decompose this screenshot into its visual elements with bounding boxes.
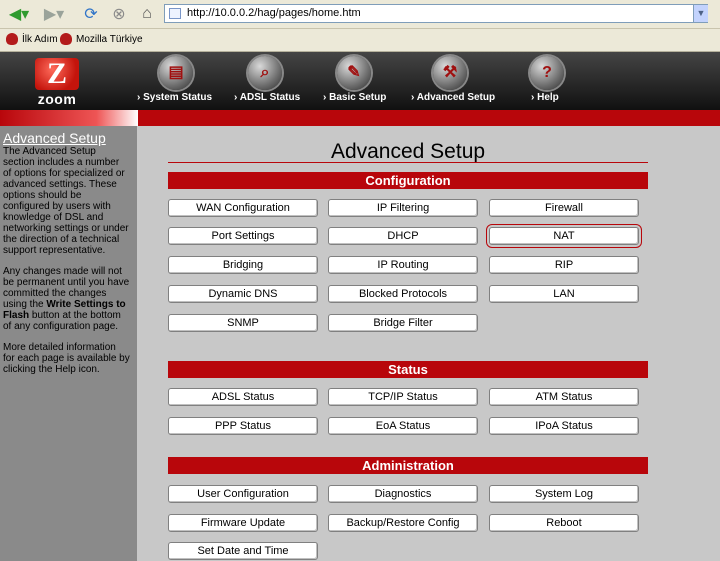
section-configuration-header: Configuration (168, 172, 648, 189)
system-log-button[interactable]: System Log (489, 485, 639, 503)
diagnostics-button[interactable]: Diagnostics (328, 485, 478, 503)
ipoa-status-button[interactable]: IPoA Status (489, 417, 639, 435)
user-configuration-button[interactable]: User Configuration (168, 485, 318, 503)
sidebar: Advanced Setup The Advanced Setup sectio… (0, 126, 137, 561)
arrow-decoration (0, 110, 138, 126)
nav-label: › Advanced Setup (411, 92, 496, 103)
help-icon: ? (530, 56, 564, 90)
blocked-protocols-button[interactable]: Blocked Protocols (328, 285, 478, 303)
bridging-button[interactable]: Bridging (168, 256, 318, 274)
address-dropdown-icon[interactable]: ▼ (693, 5, 708, 22)
nav-label: › Basic Setup (323, 92, 387, 103)
page-icon (169, 8, 181, 19)
nav-label: › Help (531, 92, 559, 103)
folder-icon: ▤ (159, 56, 193, 90)
eoa-status-button[interactable]: EoA Status (328, 417, 478, 435)
wan-configuration-button[interactable]: WAN Configuration (168, 199, 318, 217)
nav-help[interactable]: ? › Help (530, 52, 570, 110)
title-underline (168, 162, 648, 163)
snmp-button[interactable]: SNMP (168, 314, 318, 332)
sidebar-content: Advanced Setup The Advanced Setup sectio… (3, 130, 130, 385)
bookmark-label: Mozilla Türkiye (76, 33, 143, 45)
section-status-header: Status (168, 361, 648, 378)
ppp-status-button[interactable]: PPP Status (168, 417, 318, 435)
nav-advanced-setup[interactable]: ⚒ › Advanced Setup (411, 52, 495, 110)
page-title: Advanced Setup (330, 140, 486, 163)
sidebar-paragraph: More detailed information for each page … (3, 342, 130, 375)
router-header: Z zoom ▤ › System Status ⌕ › ADSL Status… (0, 52, 720, 110)
adsl-status-button[interactable]: ADSL Status (168, 388, 318, 406)
home-icon[interactable]: ⌂ (136, 3, 158, 25)
bookmark-mozilla-turkiye[interactable]: Mozilla Türkiye (60, 33, 143, 45)
port-settings-button[interactable]: Port Settings (168, 227, 318, 245)
stop-icon[interactable]: ⊗ (108, 3, 130, 25)
forward-arrow-icon[interactable]: ▶▾ (40, 3, 68, 25)
rip-button[interactable]: RIP (489, 256, 639, 274)
nav-adsl-status[interactable]: ⌕ › ADSL Status (234, 52, 300, 110)
nav-label: › ADSL Status (234, 92, 301, 103)
bookmark-ilk-adim[interactable]: İlk Adım (6, 33, 58, 45)
nav-basic-setup[interactable]: ✎ › Basic Setup (323, 52, 387, 110)
backup-restore-config-button[interactable]: Backup/Restore Config (328, 514, 478, 532)
back-arrow-icon[interactable]: ◀▾ (4, 3, 34, 25)
nav-label: › System Status (137, 92, 213, 103)
dynamic-dns-button[interactable]: Dynamic DNS (168, 285, 318, 303)
firmware-update-button[interactable]: Firmware Update (168, 514, 318, 532)
browser-toolbar: ◀▾ ▶▾ ⟳ ⊗ ⌂ http://10.0.0.2/hag/pages/ho… (0, 0, 720, 29)
zoom-logo[interactable]: Z zoom (28, 58, 86, 107)
bookmark-icon (60, 33, 72, 45)
plug-icon: ✎ (337, 56, 371, 90)
magnifier-icon: ⌕ (248, 56, 282, 90)
logo-text: zoom (37, 91, 77, 107)
bridge-filter-button[interactable]: Bridge Filter (328, 314, 478, 332)
section-administration-header: Administration (168, 457, 648, 474)
header-red-bar (0, 110, 720, 126)
nat-button[interactable]: NAT (486, 224, 642, 248)
tcpip-status-button[interactable]: TCP/IP Status (328, 388, 478, 406)
set-date-time-button[interactable]: Set Date and Time (168, 542, 318, 560)
lan-button[interactable]: LAN (489, 285, 639, 303)
main-content: Advanced Setup Configuration WAN Configu… (137, 126, 720, 561)
wrench-icon: ⚒ (433, 56, 467, 90)
ip-filtering-button[interactable]: IP Filtering (328, 199, 478, 217)
atm-status-button[interactable]: ATM Status (489, 388, 639, 406)
sidebar-title[interactable]: Advanced Setup (3, 130, 130, 146)
reload-icon[interactable]: ⟳ (80, 3, 102, 25)
sidebar-paragraph: The Advanced Setup section includes a nu… (3, 146, 129, 256)
bookmarks-bar: İlk Adım Mozilla Türkiye (0, 29, 720, 52)
reboot-button[interactable]: Reboot (489, 514, 639, 532)
address-url: http://10.0.0.2/hag/pages/home.htm (187, 7, 361, 19)
address-bar[interactable]: http://10.0.0.2/hag/pages/home.htm (164, 4, 708, 23)
nav-system-status[interactable]: ▤ › System Status (137, 52, 212, 110)
sidebar-paragraph: Any changes made will not be permanent u… (3, 266, 130, 332)
bookmark-icon (6, 33, 18, 45)
dhcp-button[interactable]: DHCP (328, 227, 478, 245)
ip-routing-button[interactable]: IP Routing (328, 256, 478, 274)
logo-mark: Z (35, 58, 79, 90)
firewall-button[interactable]: Firewall (489, 199, 639, 217)
bookmark-label: İlk Adım (22, 33, 58, 45)
